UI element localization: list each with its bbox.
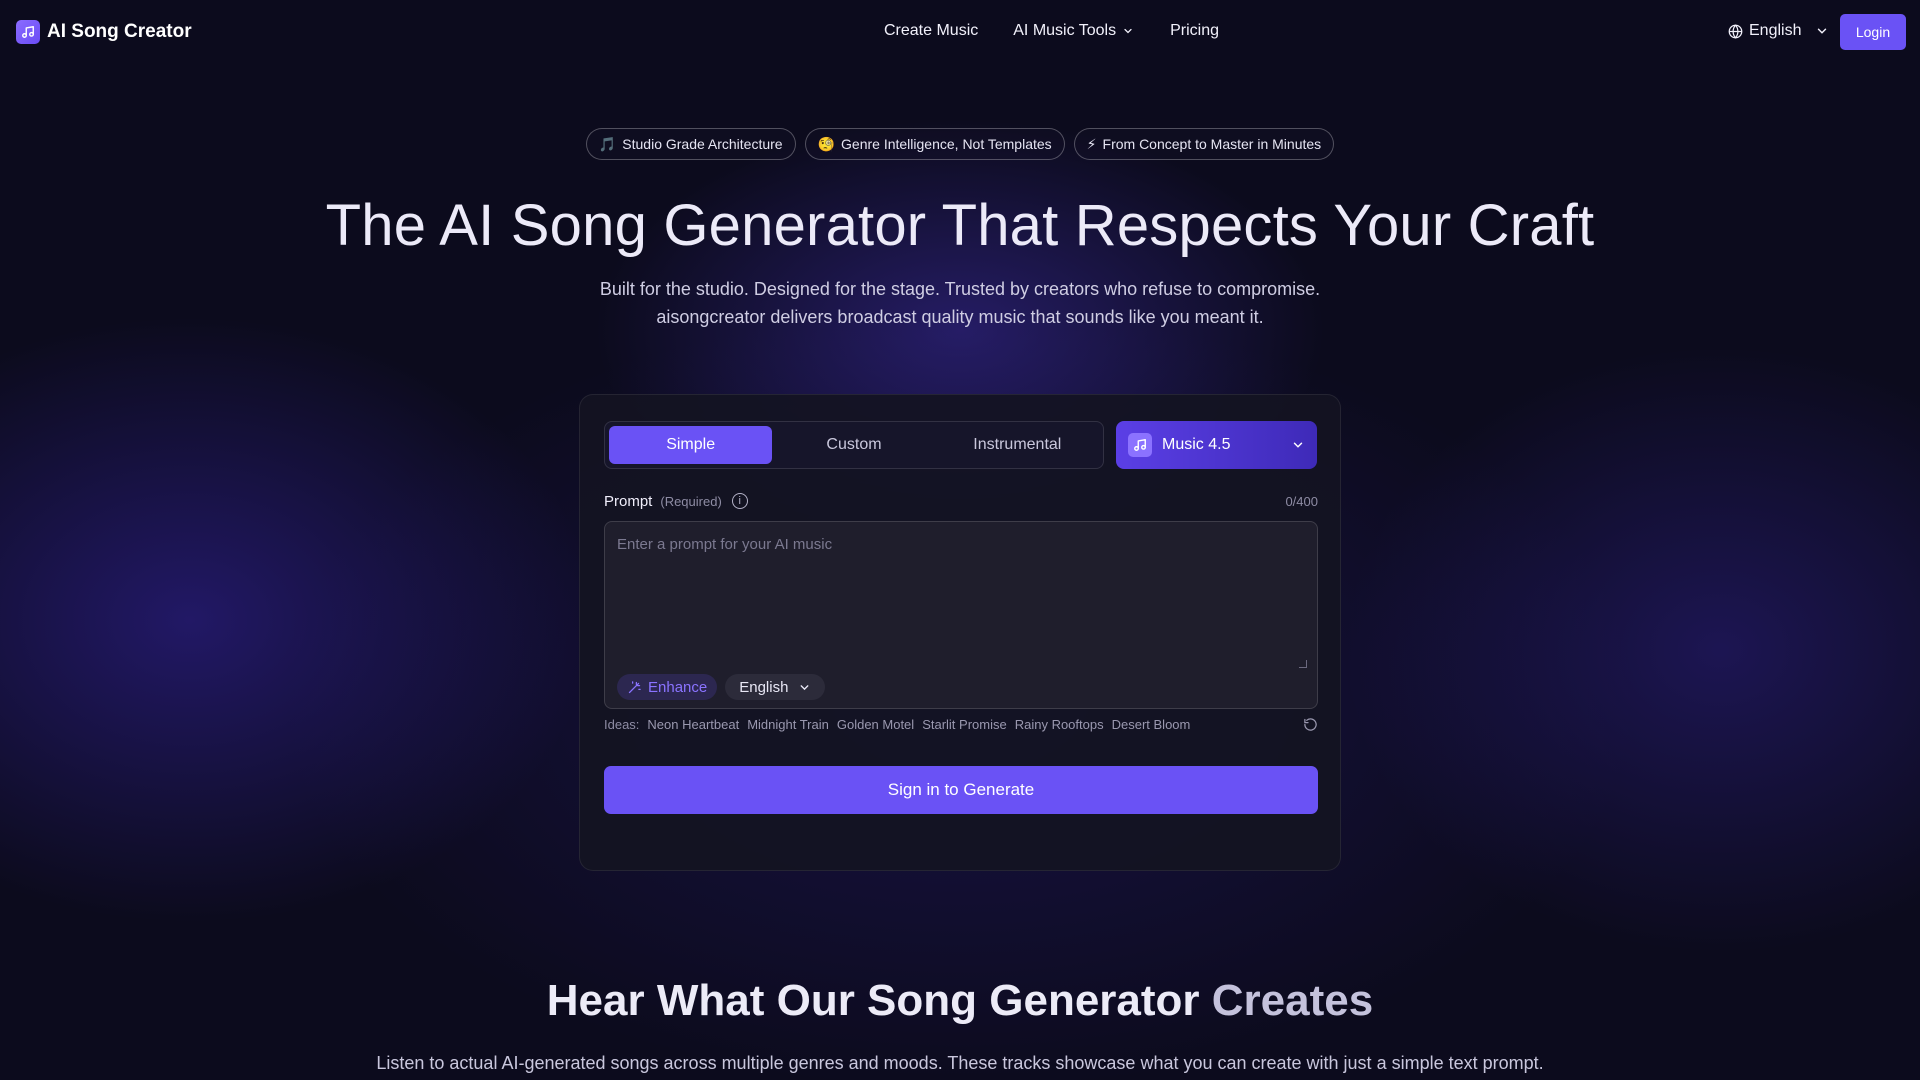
tab-custom[interactable]: Custom xyxy=(772,426,935,464)
tab-simple[interactable]: Simple xyxy=(609,426,773,464)
globe-icon xyxy=(1728,23,1743,39)
mode-tabs: Simple Custom Instrumental xyxy=(604,421,1104,469)
ideas-label: Ideas: xyxy=(604,717,640,732)
chevron-down-icon xyxy=(1818,28,1827,34)
badge-label: Studio Grade Architecture xyxy=(622,136,783,152)
enhance-button[interactable]: Enhance xyxy=(617,674,718,700)
badge-label: From Concept to Master in Minutes xyxy=(1102,136,1322,152)
prompt-box: Enhance English xyxy=(604,521,1318,709)
logo-text: AI Song Creator xyxy=(47,21,192,42)
page: AI Song Creator Create Music AI Music To… xyxy=(0,0,1920,1080)
idea-chip[interactable]: Desert Bloom xyxy=(1112,717,1191,732)
prompt-language-label: English xyxy=(739,678,789,696)
sign-in-to-generate-button[interactable]: Sign in to Generate xyxy=(604,766,1318,814)
logo[interactable]: AI Song Creator xyxy=(16,20,192,44)
chevron-down-icon xyxy=(1124,28,1132,34)
feature-badges: 🎵 Studio Grade Architecture 🧐 Genre Inte… xyxy=(0,128,1920,160)
music-note-emoji-icon: 🎵 xyxy=(598,135,617,152)
showcase-title-accent: Creates xyxy=(1211,976,1374,1025)
info-icon[interactable]: i xyxy=(731,493,748,509)
thinking-face-emoji-icon: 🧐 xyxy=(817,135,836,152)
model-selector[interactable]: Music 4.5 xyxy=(1116,421,1317,469)
enhance-label: Enhance xyxy=(648,678,708,696)
badge-genre-intelligence: 🧐 Genre Intelligence, Not Templates xyxy=(804,128,1065,160)
main-nav: Create Music AI Music Tools Pricing xyxy=(884,22,1219,40)
magic-wand-icon xyxy=(628,680,641,693)
prompt-tools: Enhance English xyxy=(617,674,826,700)
prompt-label: Prompt xyxy=(604,492,653,510)
showcase-title: Hear What Our Song Generator Creates xyxy=(0,976,1920,1026)
idea-suggestions: Ideas: Neon Heartbeat Midnight Train Gol… xyxy=(604,717,1318,732)
music-note-icon xyxy=(16,20,40,44)
badge-studio-grade: 🎵 Studio Grade Architecture xyxy=(585,128,796,160)
hero-title: The AI Song Generator That Respects Your… xyxy=(325,193,1595,258)
character-counter: 0/400 xyxy=(1285,493,1318,509)
refresh-icon[interactable] xyxy=(1303,717,1318,732)
resize-handle[interactable] xyxy=(1299,660,1307,668)
chevron-down-icon xyxy=(1293,442,1303,448)
nav-pricing[interactable]: Pricing xyxy=(1170,22,1219,40)
nav-create-music-label: Create Music xyxy=(884,22,979,39)
chevron-down-icon xyxy=(800,684,809,690)
idea-chip[interactable]: Golden Motel xyxy=(837,717,914,732)
login-button[interactable]: Login xyxy=(1840,14,1906,50)
lightning-emoji-icon: ⚡ xyxy=(1086,135,1097,152)
idea-chip[interactable]: Midnight Train xyxy=(747,717,829,732)
idea-chip[interactable]: Starlit Promise xyxy=(922,717,1007,732)
showcase-subtitle: Listen to actual AI-generated songs acro… xyxy=(376,1053,1544,1073)
nav-ai-music-tools-label: AI Music Tools xyxy=(1013,22,1117,39)
prompt-input[interactable] xyxy=(605,522,1317,672)
model-label: Music 4.5 xyxy=(1162,436,1231,453)
generator-card: Simple Custom Instrumental Music 4.5 Pro… xyxy=(579,394,1341,871)
nav-pricing-label: Pricing xyxy=(1170,22,1220,39)
idea-chip[interactable]: Rainy Rooftops xyxy=(1015,717,1104,732)
nav-create-music[interactable]: Create Music xyxy=(884,22,978,40)
idea-chip[interactable]: Neon Heartbeat xyxy=(647,717,739,732)
prompt-header: Prompt (Required) i 0/400 xyxy=(604,489,1318,513)
language-selector[interactable]: English xyxy=(1728,22,1829,40)
tab-instrumental[interactable]: Instrumental xyxy=(936,426,1099,464)
hero-subtitle: Built for the studio. Designed for the s… xyxy=(599,279,1321,327)
site-header: AI Song Creator Create Music AI Music To… xyxy=(0,0,1920,64)
badge-label: Genre Intelligence, Not Templates xyxy=(841,136,1052,152)
prompt-language-select[interactable]: English xyxy=(725,674,826,700)
music-note-icon xyxy=(1128,433,1152,457)
showcase-title-main: Hear What Our Song Generator xyxy=(546,976,1200,1025)
badge-concept-to-master: ⚡ From Concept to Master in Minutes xyxy=(1073,128,1335,160)
language-label: English xyxy=(1749,22,1802,39)
prompt-required-label: (Required) xyxy=(660,493,722,509)
nav-ai-music-tools[interactable]: AI Music Tools xyxy=(1013,22,1134,40)
